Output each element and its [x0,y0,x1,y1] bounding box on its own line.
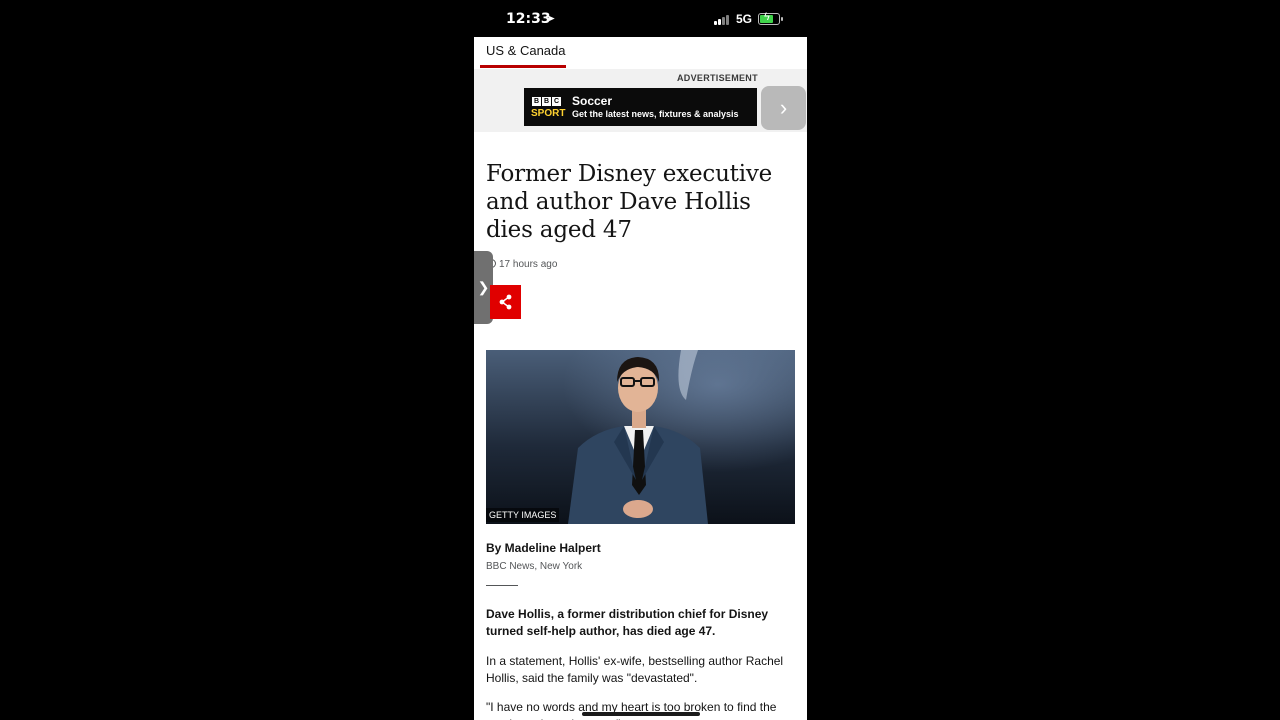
network-type: 5G [736,12,753,26]
article-headline: Former Disney executive and author Dave … [486,161,773,243]
article-lead-paragraph: Dave Hollis, a former distribution chief… [486,607,769,638]
author-role: BBC News, New York [486,561,583,572]
author-byline: By Madeline Halpert [486,541,601,555]
article-hero-image: GETTY IMAGES [486,350,795,524]
article-paragraph: In a statement, Hollis' ex-wife, bestsel… [486,654,784,685]
timestamp-text: 17 hours ago [499,259,558,270]
bbc-logo-block: B [532,97,541,106]
advertisement-bar: ADVERTISEMENT B B C SPORT Soccer Get the… [474,69,807,132]
byline-divider [486,585,518,586]
battery-icon: ϟ [758,11,783,25]
article-timestamp: 17 hours ago [487,259,557,270]
advertisement-label: ADVERTISEMENT [677,73,758,83]
share-icon [499,294,512,310]
bbc-logo: B B C [532,97,561,106]
bbc-sport-wordmark: SPORT [531,108,566,119]
cellular-signal-icon [714,14,732,25]
home-indicator[interactable] [582,712,700,716]
status-time: 12:33 [506,11,551,27]
hero-photo [486,350,795,524]
article-paragraph: "I have no words and my heart is too bro… [486,700,777,720]
ad-subtitle: Get the latest news, fixtures & analysis [572,109,739,119]
bbc-logo-block: B [542,97,551,106]
tab-us-canada[interactable]: US & Canada [480,37,566,68]
image-credit: GETTY IMAGES [486,508,560,522]
share-button[interactable] [490,285,521,319]
phone-screen: 12:33 ➤ 5G ϟ US & Canada ADVERTISEMENT B… [474,0,807,720]
status-bar: 12:33 ➤ 5G ϟ [474,0,807,37]
ad-title: Soccer [572,94,613,108]
tab-label: US & Canada [486,43,566,58]
chevron-right-icon[interactable]: › [761,86,806,130]
section-nav: US & Canada [474,37,807,70]
ad-banner[interactable]: B B C SPORT Soccer Get the latest news, … [524,88,757,126]
location-arrow-icon: ➤ [546,13,556,25]
bbc-logo-block: C [552,97,561,106]
